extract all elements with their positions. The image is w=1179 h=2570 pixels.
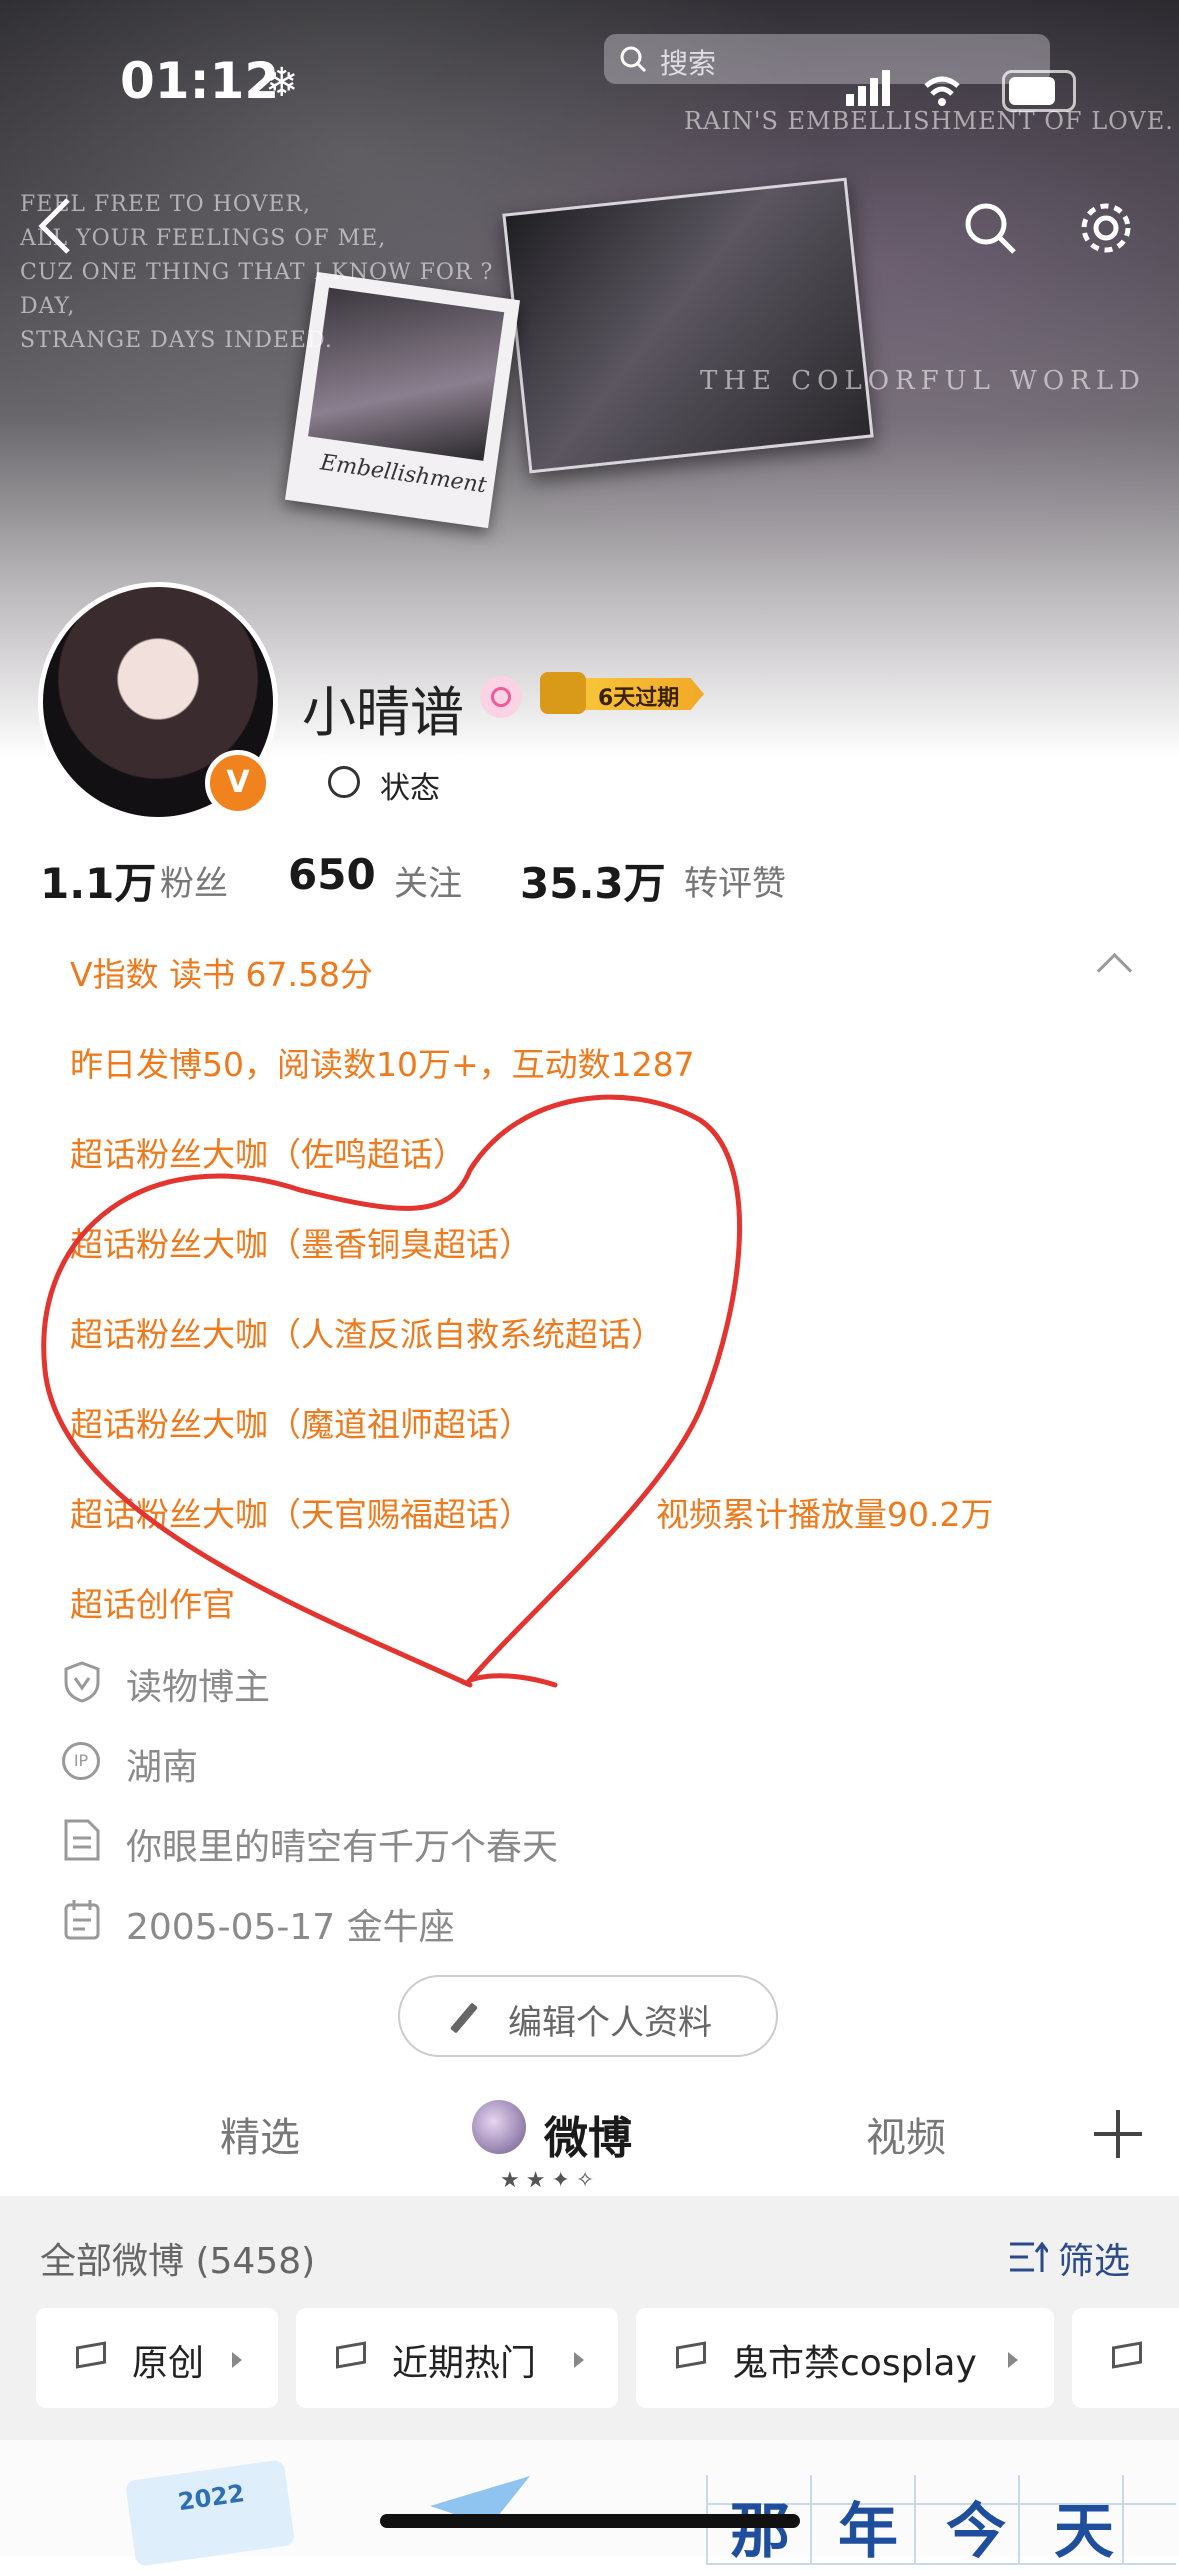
battery-icon (1002, 70, 1076, 112)
caret-right-icon (1008, 2352, 1018, 2368)
chevron-up-icon[interactable] (1096, 952, 1133, 989)
edit-profile-label: 编辑个人资料 (508, 2003, 712, 2043)
snowflake-icon: ❄ (265, 60, 299, 106)
info-line-4[interactable]: 超话粉丝大咖（魔道祖师超话） (70, 1398, 532, 1446)
status-button[interactable]: 状态 (302, 752, 478, 812)
calendar-icon (64, 1900, 100, 1940)
vip-badge-label: 6天过期 (598, 686, 680, 711)
followers-label[interactable]: 粉丝 (160, 856, 228, 905)
stars-underline-icon: ★★✦✧ (500, 2168, 601, 2193)
likes-count[interactable]: 35.3万 (520, 850, 666, 911)
home-indicator[interactable] (380, 2514, 800, 2528)
filter-icon[interactable] (1008, 2240, 1048, 2276)
layers-icon (76, 2341, 106, 2369)
verified-v-badge: V (205, 750, 271, 816)
gear-icon[interactable] (1076, 198, 1136, 258)
info-line-2[interactable]: 超话粉丝大咖（墨香铜臭超话） (70, 1218, 532, 1266)
banner-subtitle: THE COLORFUL WORLD (700, 366, 1146, 396)
female-gender-icon (480, 676, 522, 718)
crown-icon (540, 672, 586, 714)
v-index[interactable]: V指数 读书 67.58分 (70, 948, 373, 996)
shield-icon (64, 1661, 100, 1703)
banner-text-block: FEEL FREE TO HOVER, ALL YOUR FEELINGS OF… (20, 192, 494, 353)
filter-button[interactable]: 筛选 (1058, 2232, 1130, 2284)
pencil-icon (450, 2002, 478, 2034)
banner-title: RAIN'S EMBELLISHMENT OF LOVE. (684, 107, 1174, 135)
likes-label[interactable]: 转评赞 (684, 856, 786, 905)
info-line-0: 昨日发博50，阅读数10万+，互动数1287 (70, 1045, 695, 1084)
chip-more[interactable] (1072, 2308, 1179, 2408)
chip-topic[interactable]: 鬼市禁cosplay (636, 2308, 1054, 2408)
ip-location-icon: IP (62, 1742, 100, 1780)
following-label[interactable]: 关注 (394, 856, 462, 905)
tab-featured[interactable]: 精选 (220, 2105, 300, 2163)
info-line-5[interactable]: 超话粉丝大咖（天官赐福超话） (70, 1488, 532, 1536)
add-tab-icon[interactable] (1094, 2110, 1142, 2158)
edit-profile-button[interactable]: 编辑个人资料 (398, 1975, 778, 2057)
ip-location: 湖南 (126, 1747, 199, 1788)
role-label: 读物博主 (126, 1667, 271, 1708)
caret-right-icon (574, 2352, 584, 2368)
profile-name: 小晴谱 (302, 681, 464, 744)
tab-weibo[interactable]: 微博 (544, 2102, 632, 2166)
tab-video[interactable]: 视频 (866, 2105, 946, 2163)
signal-wifi-icon (846, 70, 960, 106)
chip-original[interactable]: 原创 (36, 2308, 278, 2408)
followers-count[interactable]: 1.1万 (40, 850, 156, 911)
layers-icon (336, 2341, 366, 2369)
birthday: 2005-05-17 金牛座 (126, 1907, 455, 1948)
info-line-6[interactable]: 超话创作官 (70, 1578, 235, 1626)
status-smiley-icon (328, 766, 360, 798)
back-arrow-icon[interactable] (36, 196, 76, 256)
caret-right-icon (232, 2352, 242, 2368)
layers-icon (1112, 2341, 1142, 2369)
all-weibo-count: 全部微博 (5458) (40, 2241, 316, 2282)
search-icon (620, 46, 647, 73)
vip-badge[interactable]: 6天过期 (540, 672, 710, 714)
chip-recent-hot[interactable]: 近期热门 (296, 2308, 618, 2408)
search-icon[interactable] (962, 200, 1018, 256)
info-line-1[interactable]: 超话粉丝大咖（佐鸣超话） (70, 1128, 466, 1176)
following-count[interactable]: 650 (288, 850, 376, 899)
document-icon (64, 1819, 100, 1861)
info-line-3[interactable]: 超话粉丝大咖（人渣反派自救系统超话） (70, 1308, 664, 1356)
search-placeholder: 搜索 (660, 47, 717, 80)
video-stat: 视频累计播放量90.2万 (656, 1495, 994, 1534)
status-button-label: 状态 (380, 771, 440, 806)
moon-tab-icon (472, 2100, 526, 2154)
banner-collage-image (502, 177, 874, 474)
layers-icon (676, 2341, 706, 2369)
status-time: 01:12 (120, 52, 280, 110)
bio: 你眼里的晴空有千万个春天 (126, 1827, 559, 1868)
